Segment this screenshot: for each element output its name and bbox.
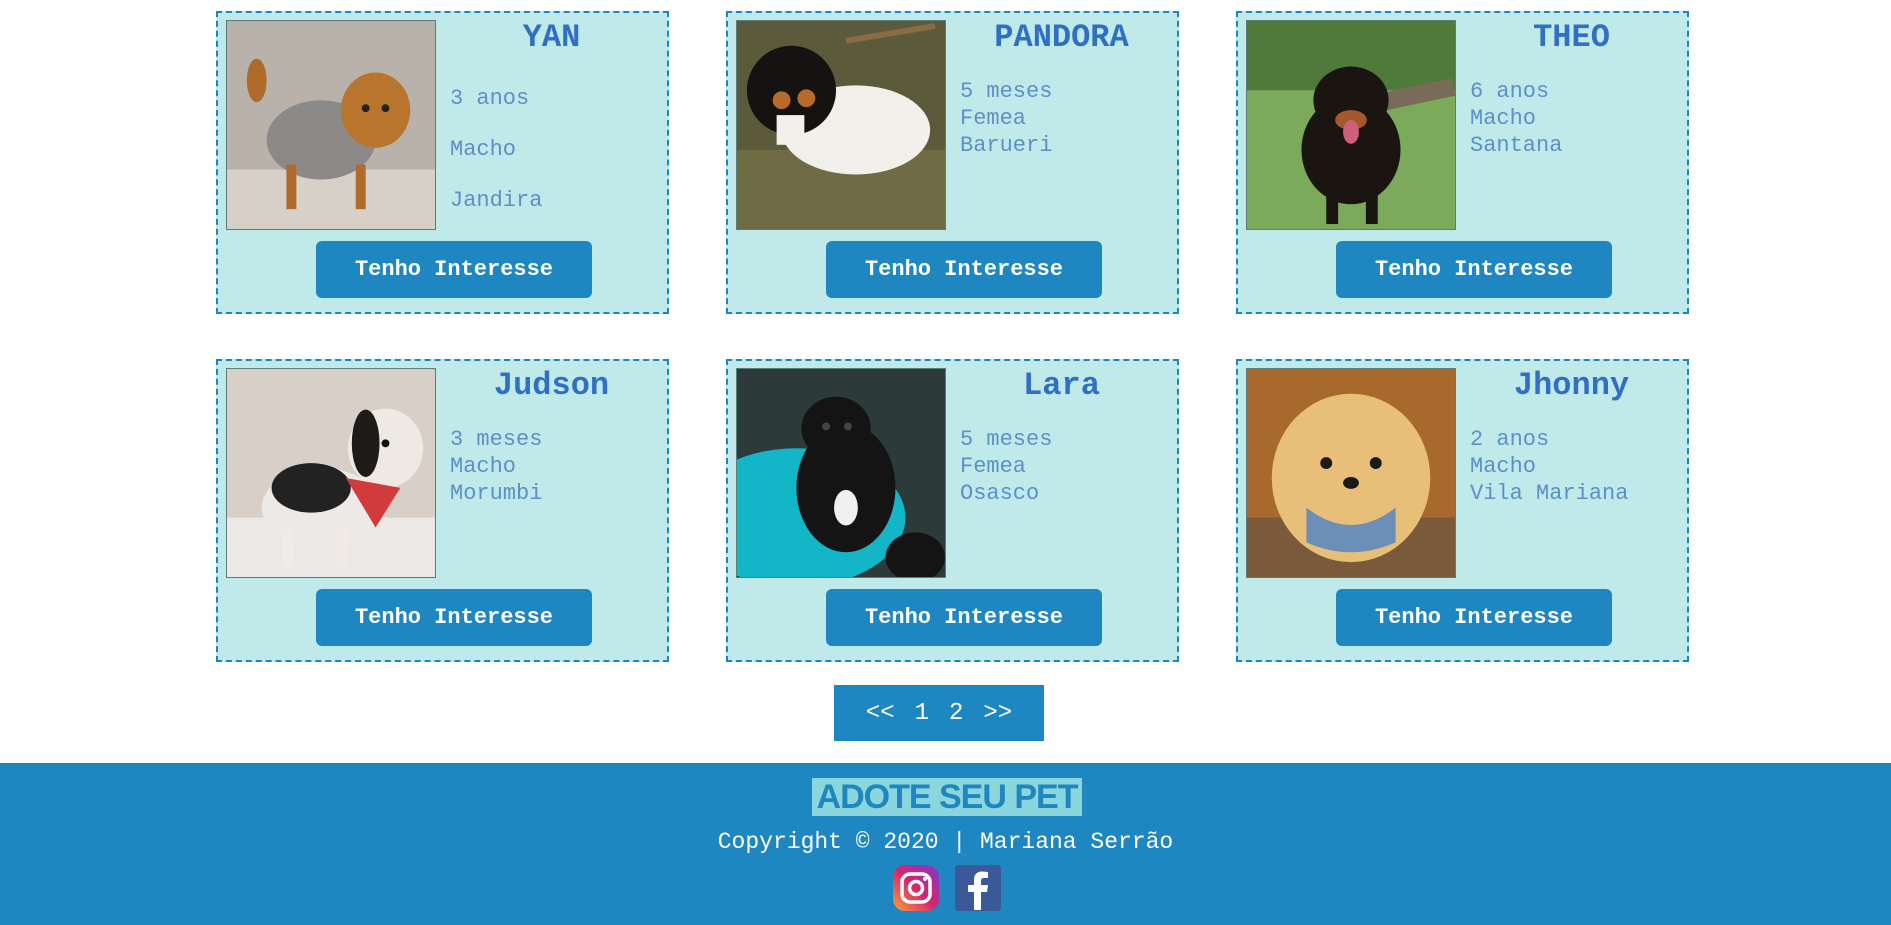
pet-info: 6 anos Macho Santana [1470,78,1562,159]
pet-info: 3 meses Macho Morumbi [450,426,542,507]
social-links [892,864,1002,912]
pet-location: Osasco [960,481,1040,506]
pet-name: PANDORA [994,19,1129,56]
pagination-prev[interactable]: << [860,700,901,727]
pet-location: Santana [1470,133,1563,158]
pet-location: Jandira [450,188,543,213]
facebook-icon[interactable] [954,864,1002,912]
site-logo: ADOTE SEU PET [812,778,1082,816]
pet-card-pandora: PANDORA 5 meses Femea Barueri Tenho Inte… [726,11,1179,314]
pet-age: 3 anos [450,86,530,111]
pet-name: THEO [1533,19,1610,56]
pet-card-jhonny: Jhonny 2 anos Macho Vila Mariana Tenho I… [1236,359,1689,662]
pet-location: Barueri [960,133,1053,158]
pet-photo-lara [736,368,946,578]
pet-sex: Macho [450,137,517,162]
pet-sex: Macho [1470,106,1537,131]
pet-photo-pandora [736,20,946,230]
pet-age: 3 meses [450,427,543,452]
pet-sex: Macho [450,454,517,479]
pagination-next[interactable]: >> [977,700,1018,727]
pet-age: 5 meses [960,427,1053,452]
footer: ADOTE SEU PET Copyright © 2020 | Mariana… [0,763,1891,925]
pet-card-theo: THEO 6 anos Macho Santana Tenho Interess… [1236,11,1689,314]
pet-card-lara: Lara 5 meses Femea Osasco Tenho Interess… [726,359,1179,662]
interest-button[interactable]: Tenho Interesse [1336,241,1612,298]
pet-photo-theo [1246,20,1456,230]
pet-name: Jhonny [1513,367,1630,404]
pet-name: Judson [493,367,610,404]
pet-name: YAN [522,19,581,56]
pet-info: 3 anos Macho Jandira [450,85,542,238]
copyright-text: Copyright © 2020 | Mariana Serrão [717,829,1174,855]
pet-info: 2 anos Macho Vila Mariana [1470,426,1628,507]
pet-card-yan: YAN 3 anos Macho Jandira Tenho Interesse [216,11,669,314]
instagram-icon[interactable] [892,864,940,912]
interest-button[interactable]: Tenho Interesse [316,241,592,298]
pet-location: Morumbi [450,481,543,506]
pagination-page-1[interactable]: 1 [909,700,935,727]
pet-sex: Macho [1470,454,1537,479]
pet-photo-judson [226,368,436,578]
interest-button[interactable]: Tenho Interesse [826,241,1102,298]
pet-sex: Femea [960,106,1027,131]
pet-card-judson: Judson 3 meses Macho Morumbi Tenho Inter… [216,359,669,662]
pagination: << 1 2 >> [834,685,1044,741]
pet-age: 5 meses [960,79,1053,104]
pet-name: Lara [1023,367,1100,404]
pet-location: Vila Mariana [1470,481,1629,506]
pet-photo-yan [226,20,436,230]
pet-grid: YAN 3 anos Macho Jandira Tenho Interesse… [216,11,1689,662]
pet-sex: Femea [960,454,1027,479]
interest-button[interactable]: Tenho Interesse [316,589,592,646]
interest-button[interactable]: Tenho Interesse [1336,589,1612,646]
pet-age: 2 anos [1470,427,1550,452]
pet-age: 6 anos [1470,79,1550,104]
pagination-page-2[interactable]: 2 [943,700,969,727]
pet-info: 5 meses Femea Barueri [960,78,1052,159]
pet-info: 5 meses Femea Osasco [960,426,1052,507]
pet-photo-jhonny [1246,368,1456,578]
interest-button[interactable]: Tenho Interesse [826,589,1102,646]
